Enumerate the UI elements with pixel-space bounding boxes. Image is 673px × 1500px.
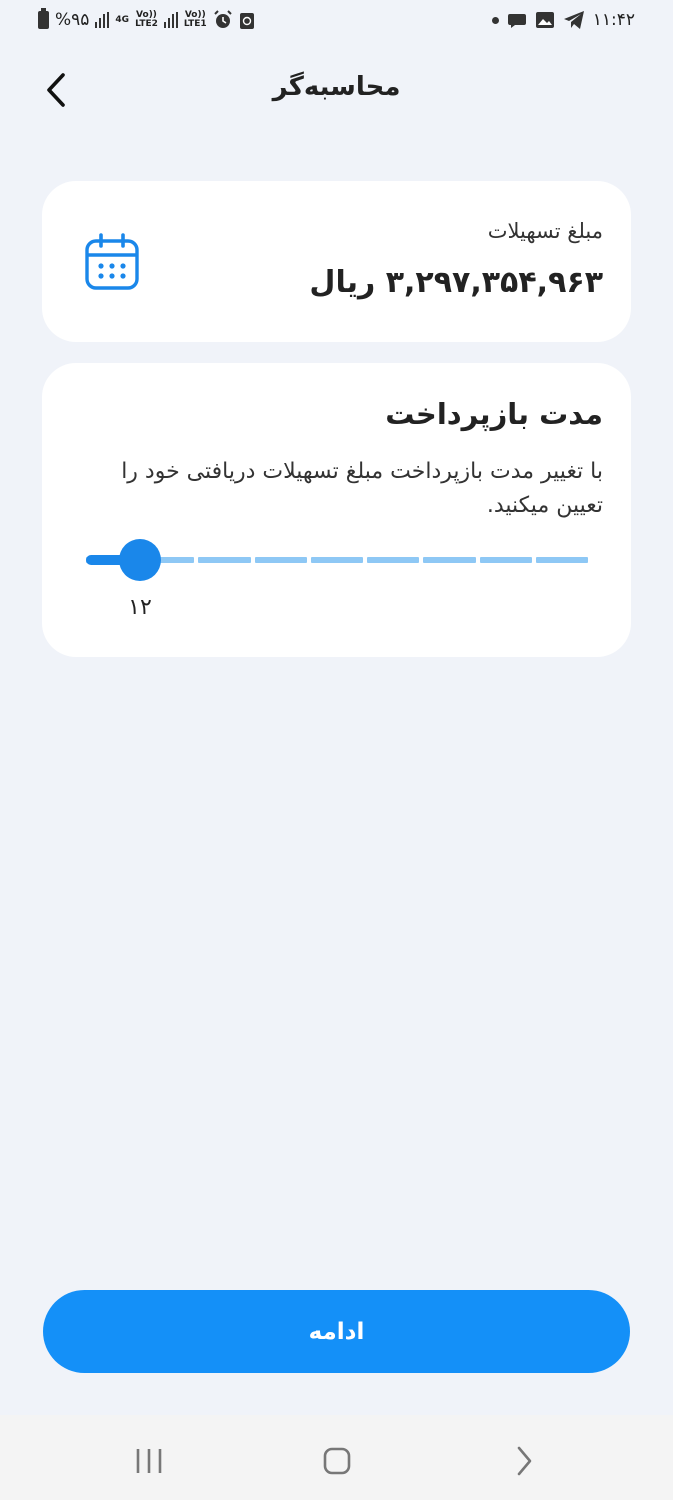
system-back-button[interactable] — [494, 1441, 554, 1481]
network-type-4g: 4G — [115, 14, 130, 25]
status-right-group: ۱۱:۴۲ — [491, 10, 635, 30]
continue-button[interactable]: ادامه — [43, 1290, 630, 1373]
alarm-icon — [213, 10, 232, 28]
gallery-icon — [535, 12, 554, 28]
page-title: محاسبه‌گر — [272, 72, 401, 102]
lte2-label: LTE2 — [135, 19, 158, 29]
recents-button[interactable] — [119, 1441, 179, 1481]
battery-level: %۹۵ — [55, 10, 90, 30]
chat-icon — [507, 14, 526, 28]
repayment-term-card: مدت بازپرداخت با تغییر مدت بازپرداخت مبل… — [42, 363, 631, 657]
slider-segment — [535, 557, 588, 563]
notification-dot-icon — [491, 16, 499, 24]
volte-lte2: Vo)) LTE2 — [135, 11, 158, 29]
loan-amount-label: مبلغ تسهیلات — [487, 219, 603, 243]
slider-thumb[interactable] — [119, 539, 161, 581]
recents-icon — [136, 1449, 162, 1473]
repayment-term-slider[interactable] — [86, 537, 588, 583]
repayment-term-title: مدت بازپرداخت — [385, 397, 603, 431]
slider-segment — [198, 557, 251, 563]
home-button[interactable] — [307, 1441, 367, 1481]
calendar-icon — [85, 233, 139, 290]
slider-segment — [310, 557, 364, 563]
loan-amount-value: ۳,۲۹۷,۳۵۴,۹۶۳ ریال — [309, 265, 603, 300]
slider-segment — [367, 557, 420, 563]
app-header: محاسبه‌گر — [0, 60, 673, 120]
calculator-screen: %۹۵ 4G Vo)) LTE2 Vo)) LTE1 ۱۱:۴۲ — [0, 0, 673, 1500]
slider-track[interactable] — [86, 557, 588, 563]
slider-segment — [254, 557, 307, 563]
signal-icon — [95, 12, 110, 28]
battery-icon — [38, 8, 49, 29]
status-bar: %۹۵ 4G Vo)) LTE2 Vo)) LTE1 ۱۱:۴۲ — [0, 0, 673, 46]
status-left-group: %۹۵ 4G Vo)) LTE2 Vo)) LTE1 — [38, 8, 255, 30]
clock-time: ۱۱:۴۲ — [592, 10, 635, 30]
lte1-label: LTE1 — [183, 19, 207, 29]
home-icon — [323, 1447, 351, 1475]
recycle-icon — [239, 13, 254, 29]
system-nav-bar — [0, 1415, 673, 1500]
volte-lte1: Vo)) LTE1 — [184, 11, 207, 29]
slider-value-label: ۱۲ — [128, 595, 152, 620]
signal-icon-2 — [163, 12, 178, 28]
slider-segment — [423, 557, 476, 563]
loan-amount-card: مبلغ تسهیلات ۳,۲۹۷,۳۵۴,۹۶۳ ریال — [42, 181, 631, 342]
slider-segment — [479, 557, 532, 563]
telegram-icon — [563, 11, 584, 29]
back-icon — [517, 1446, 532, 1476]
repayment-term-description: با تغییر مدت بازپرداخت مبلغ تسهیلات دریا… — [121, 459, 603, 518]
